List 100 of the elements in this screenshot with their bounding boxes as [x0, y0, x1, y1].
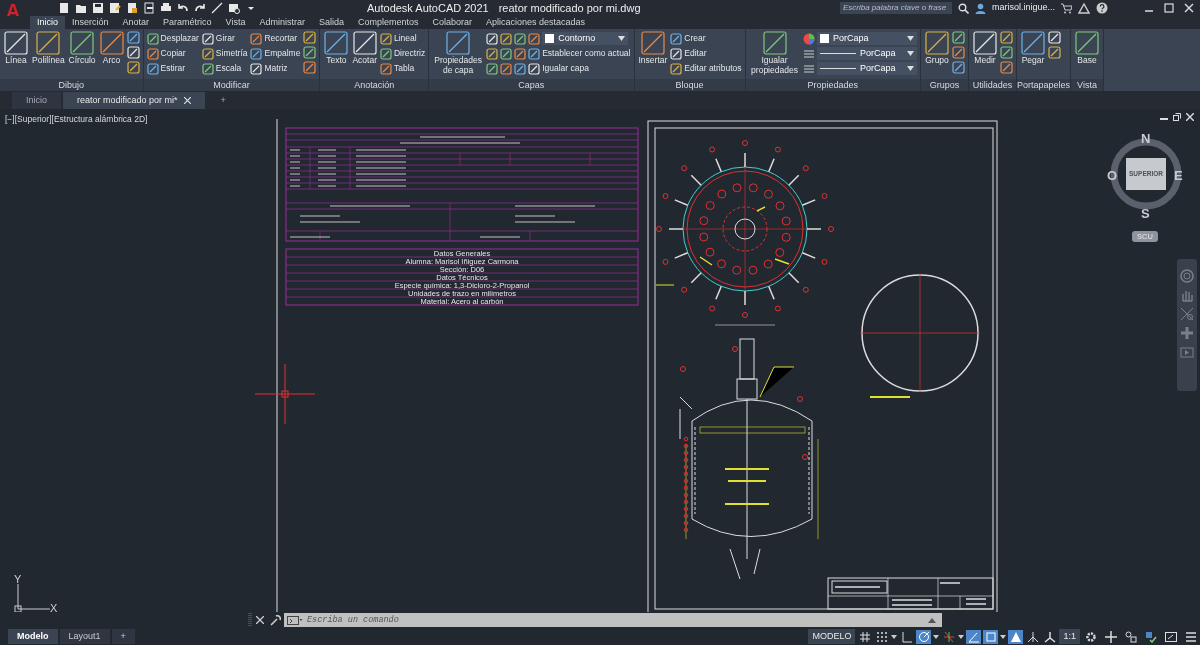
tool-button[interactable]: Base [1074, 31, 1101, 65]
tool-button[interactable]: Simetría [201, 46, 248, 61]
panel-title[interactable]: Anotación [320, 79, 429, 91]
save-as-icon[interactable] [109, 2, 121, 14]
tool-button[interactable]: Texto [323, 31, 350, 65]
compass-direction[interactable]: N [1141, 129, 1151, 149]
tool-button[interactable]: Recortar [250, 31, 301, 46]
layer-tool-icon[interactable] [500, 47, 513, 60]
panel-title[interactable]: Dibujo [0, 79, 143, 91]
layer-tool-icon[interactable] [528, 47, 541, 60]
layout-tab[interactable]: Layout1 [59, 628, 110, 645]
caret-icon[interactable] [1000, 634, 1007, 639]
tool-button[interactable]: Pegar [1020, 31, 1046, 65]
tool-icon[interactable] [126, 31, 140, 44]
tool-button[interactable]: Estirar [146, 61, 199, 76]
help-icon[interactable] [1096, 2, 1108, 14]
zoom-extents-icon[interactable] [1180, 307, 1194, 321]
user-name[interactable]: marisol.inigue... [991, 1, 1055, 15]
tool-button[interactable]: Matriz [250, 61, 301, 76]
tool-button[interactable]: Tabla [379, 61, 426, 76]
tool-button[interactable]: Escala [201, 61, 248, 76]
tool-button[interactable]: Editar [670, 46, 742, 61]
printer-icon[interactable] [160, 2, 172, 14]
gear-icon[interactable] [1085, 630, 1097, 643]
plot-icon[interactable] [228, 2, 240, 14]
panel-title[interactable]: Utilidades [969, 79, 1016, 91]
close-icon[interactable] [1186, 113, 1194, 121]
panel-title[interactable]: Capas [429, 79, 634, 91]
show-motion-icon[interactable] [1180, 345, 1194, 359]
tool-icon[interactable] [303, 31, 317, 44]
layer-tool-icon[interactable] [528, 32, 541, 45]
panel-title[interactable]: Vista [1071, 79, 1104, 91]
tool-button[interactable]: Acotar [351, 31, 378, 65]
layer-tool-icon[interactable] [486, 47, 499, 60]
color-wheel-icon[interactable] [802, 32, 815, 45]
tool-button[interactable]: Grupo [924, 31, 950, 65]
compass-direction[interactable]: S [1141, 204, 1150, 224]
lineweight-icon[interactable] [802, 47, 815, 60]
document-icon[interactable] [126, 2, 138, 14]
tool-button[interactable]: Lineal [379, 31, 426, 46]
tool-button[interactable]: Copiar [146, 46, 199, 61]
isolate-objects-icon[interactable] [1145, 630, 1157, 643]
layout-tab[interactable]: Modelo [8, 628, 58, 645]
panel-title[interactable]: Portapapeles [1017, 79, 1071, 91]
ribbon-tab[interactable]: Anotar [115, 16, 157, 29]
undo-icon[interactable] [177, 2, 189, 14]
tool-button[interactable]: Insertar [637, 31, 669, 65]
layer-tool-icon[interactable] [486, 62, 499, 75]
tool-button[interactable]: Desplazar [146, 31, 199, 46]
model-space-button[interactable]: MODELO [808, 628, 856, 645]
user-icon[interactable] [974, 2, 986, 14]
panel-title[interactable]: Modificar [143, 79, 320, 91]
tool-button[interactable]: Empalme [250, 46, 301, 61]
tool-button[interactable]: Girar [201, 31, 248, 46]
open-folder-icon[interactable] [75, 2, 87, 14]
tool-icon[interactable] [1000, 31, 1013, 44]
caret-icon[interactable] [891, 634, 898, 639]
tool-button[interactable]: Igualar propiedades [748, 31, 801, 75]
document-tab[interactable]: reator modificado por mi* [63, 91, 205, 109]
compass-direction[interactable]: O [1107, 166, 1118, 186]
search-field[interactable]: Escriba palabra clave o frase [839, 2, 952, 14]
orbit-icon[interactable] [1180, 326, 1194, 340]
layer-dropdown[interactable]: Contorno [542, 32, 629, 45]
fullscreen-icon[interactable] [1165, 630, 1177, 643]
tool-button[interactable]: Círculo [67, 31, 97, 65]
panel-title[interactable]: Grupos [921, 79, 968, 91]
ribbon-tab[interactable]: Inicio [30, 16, 65, 29]
ribbon-tab[interactable]: Aplicaciones destacadas [479, 16, 593, 29]
pan-hand-icon[interactable] [1180, 288, 1194, 302]
restore-icon[interactable] [1173, 113, 1181, 121]
ribbon-tab[interactable]: Inserción [65, 16, 116, 29]
tool-button[interactable]: Medir [972, 31, 998, 65]
tool-button[interactable]: Arco [98, 31, 125, 65]
save-icon[interactable] [92, 2, 104, 14]
tool-icon[interactable] [126, 61, 140, 74]
scale-button[interactable]: 1:1 [1059, 628, 1080, 645]
tool-button[interactable]: Editar atributos [670, 61, 742, 76]
tool-icon[interactable] [1000, 46, 1013, 59]
document-tab[interactable]: Inicio [12, 91, 61, 109]
layer-tool-icon[interactable] [500, 32, 513, 45]
close-icon[interactable] [183, 96, 191, 104]
status-toggle[interactable] [916, 629, 932, 644]
tool-icon[interactable] [1048, 46, 1061, 59]
close-icon[interactable] [256, 616, 264, 624]
layer-tool-icon[interactable] [514, 32, 527, 45]
compass-direction[interactable]: E [1174, 166, 1183, 186]
plus-icon[interactable] [1105, 630, 1117, 643]
ribbon-tab[interactable]: Paramétrico [156, 16, 219, 29]
ribbon-tab[interactable]: Salida [311, 16, 351, 29]
caret-icon[interactable] [958, 634, 965, 639]
panel-title[interactable]: Propiedades [745, 79, 920, 91]
tool-button[interactable]: Línea [3, 31, 29, 65]
tool-button[interactable]: Establecer como actual [542, 47, 631, 60]
property-dropdown[interactable]: PorCapa [817, 62, 917, 75]
panel-title[interactable]: Bloque [634, 79, 745, 91]
property-dropdown[interactable]: PorCapa [817, 47, 917, 60]
tool-button[interactable]: Propiedades de capa [432, 31, 485, 75]
tool-icon[interactable] [1000, 61, 1013, 74]
ribbon-tab[interactable]: Colaborar [425, 16, 480, 29]
tool-icon[interactable] [952, 61, 965, 74]
